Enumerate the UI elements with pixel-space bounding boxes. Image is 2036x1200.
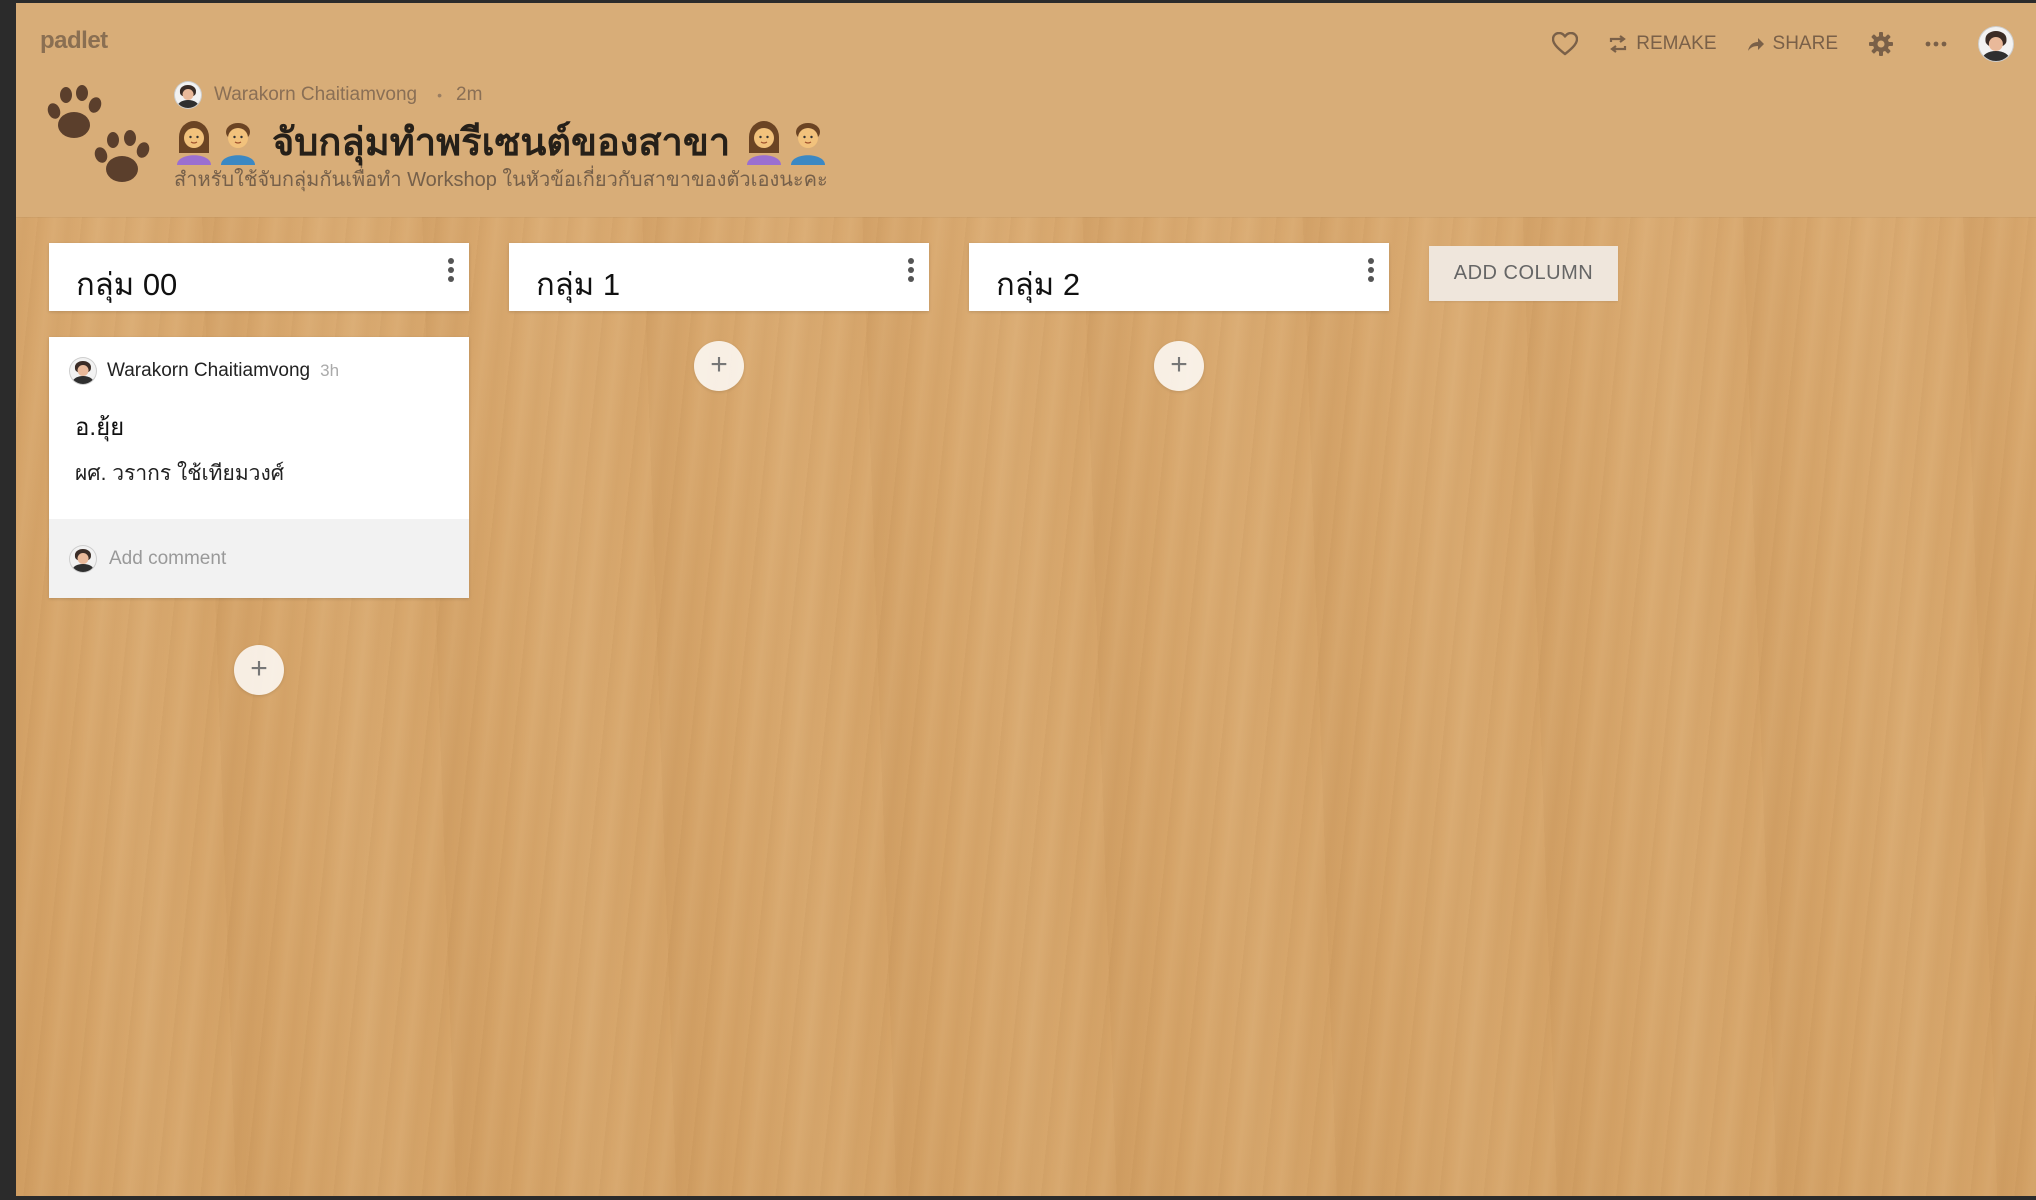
board-subtitle: สำหรับใช้จับกลุ่มกันเพื่อทำ Workshop ในห… xyxy=(174,169,828,191)
like-button[interactable] xyxy=(1552,32,1579,56)
menu-dot-icon xyxy=(1368,276,1374,282)
column-header-2[interactable]: กลุ่ม 2 xyxy=(969,243,1389,311)
menu-dot-icon xyxy=(448,267,454,273)
menu-dot-icon xyxy=(1368,258,1374,264)
share-button[interactable]: SHARE xyxy=(1747,33,1838,55)
settings-button[interactable] xyxy=(1868,31,1894,57)
board-timestamp: 2m xyxy=(456,84,483,105)
menu-dot-icon xyxy=(908,276,914,282)
post-body: ผศ. วรากร ใช้เทียมวงศ์ xyxy=(75,462,285,485)
post-author-row: Warakorn Chaitiamvong 3h xyxy=(69,357,339,385)
avatar xyxy=(1978,26,2014,62)
woman-emoji-icon xyxy=(747,120,782,165)
column-title: กลุ่ม 1 xyxy=(536,267,621,302)
plus-icon: + xyxy=(250,652,268,685)
post-title: อ.ยุ้ย xyxy=(75,414,125,441)
remake-label: REMAKE xyxy=(1636,33,1717,54)
column-header-1[interactable]: กลุ่ม 1 xyxy=(509,243,929,311)
add-comment-field[interactable]: Add comment xyxy=(49,519,469,598)
man-emoji-icon xyxy=(791,122,826,165)
share-icon xyxy=(1747,36,1765,52)
column-header-0[interactable]: กลุ่ม 00 xyxy=(49,243,469,311)
man-emoji-icon xyxy=(221,122,255,165)
add-column-button[interactable]: ADD COLUMN xyxy=(1429,246,1618,301)
toolbar: REMAKE SHARE xyxy=(1522,23,2014,65)
menu-dot-icon xyxy=(448,276,454,282)
plus-icon: + xyxy=(1170,348,1188,381)
gear-icon xyxy=(1868,31,1894,57)
heart-icon xyxy=(1552,32,1579,56)
board-author-name: Warakorn Chaitiamvong xyxy=(214,84,418,105)
avatar xyxy=(174,81,202,109)
column-title: กลุ่ม 2 xyxy=(996,267,1081,302)
woman-emoji-icon xyxy=(177,120,211,165)
separator: • xyxy=(437,87,443,103)
avatar xyxy=(69,544,97,573)
column-menu-button[interactable] xyxy=(903,255,919,289)
add-post-button-column-1[interactable]: + xyxy=(694,341,744,391)
title-emoji-left xyxy=(174,119,258,165)
share-label: SHARE xyxy=(1772,33,1838,54)
column-menu-button[interactable] xyxy=(1363,255,1379,289)
avatar xyxy=(69,357,97,385)
add-post-button-column-0[interactable]: + xyxy=(234,645,284,695)
brand-logo[interactable]: padlet xyxy=(40,27,108,55)
remake-icon xyxy=(1608,35,1628,53)
user-avatar-button[interactable] xyxy=(1978,26,2014,62)
menu-dot-icon xyxy=(908,258,914,264)
more-button[interactable] xyxy=(1924,40,1948,48)
title-emoji-right xyxy=(744,119,828,165)
column-menu-button[interactable] xyxy=(443,255,459,289)
board-header: padlet REMAKE SHARE Warakorn Chaitiamvon… xyxy=(16,3,2036,217)
menu-dot-icon xyxy=(1368,267,1374,273)
padlet-board: padlet REMAKE SHARE Warakorn Chaitiamvon… xyxy=(16,3,2036,1196)
menu-dot-icon xyxy=(448,258,454,264)
menu-dot-icon xyxy=(908,267,914,273)
add-post-button-column-2[interactable]: + xyxy=(1154,341,1204,391)
post-timestamp: 3h xyxy=(320,361,340,380)
remake-button[interactable]: REMAKE xyxy=(1608,33,1717,55)
plus-icon: + xyxy=(710,348,728,381)
column-title: กลุ่ม 00 xyxy=(76,267,178,302)
post-author-name: Warakorn Chaitiamvong xyxy=(107,360,311,381)
board-author-row: Warakorn Chaitiamvong • 2m xyxy=(174,81,482,109)
ellipsis-icon xyxy=(1924,40,1948,48)
paw-prints-icon xyxy=(44,83,154,193)
post-card[interactable]: Warakorn Chaitiamvong 3h อ.ยุ้ย ผศ. วราก… xyxy=(49,337,469,598)
comment-placeholder[interactable]: Add comment xyxy=(109,548,226,570)
